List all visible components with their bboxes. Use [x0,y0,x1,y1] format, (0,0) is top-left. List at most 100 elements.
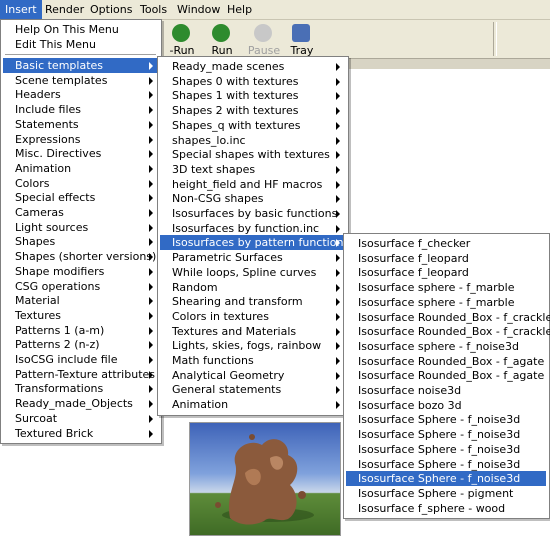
menu-item-material[interactable]: Material [3,293,158,308]
menu-item-isosurface-f-checker[interactable]: Isosurface f_checker [346,236,546,251]
menu-insert[interactable]: Insert [0,0,42,19]
menu-item-statements[interactable]: Statements [3,117,158,132]
menu-item-edit-this-menu[interactable]: Edit This Menu [3,37,158,52]
menu-item-surcoat[interactable]: Surcoat [3,411,158,426]
menu-help[interactable]: Help [222,0,257,19]
menu-item-isocsg-include-file[interactable]: IsoCSG include file [3,352,158,367]
menu-item-help-on-this-menu[interactable]: Help On This Menu [3,22,158,37]
menu-item-isosurface-sphere-f-noise3d[interactable]: Isosurface Sphere - f_noise3d [346,457,546,472]
menu-item-special-shapes-with-textures[interactable]: Special shapes with textures [160,147,345,162]
menu-item-colors[interactable]: Colors [3,176,158,191]
menu-item-isosurface-sphere-f-noise3d[interactable]: Isosurface Sphere - f_noise3d [346,427,546,442]
menu-item-expressions[interactable]: Expressions [3,132,158,147]
menu-item-label: IsoCSG include file [15,353,118,366]
menu-item-shapes[interactable]: Shapes [3,234,158,249]
menu-item-while-loops-spline-curves[interactable]: While loops, Spline curves [160,265,345,280]
menu-item-misc-directives[interactable]: Misc. Directives [3,146,158,161]
toolbar: -Run Run Pause Tray [160,20,550,58]
menu-item-shapes-1-with-textures[interactable]: Shapes 1 with textures [160,88,345,103]
menu-item-label: Light sources [15,220,89,234]
menu-render[interactable]: Render [40,0,89,19]
menu-item-lights-skies-fogs-rainbow[interactable]: Lights, skies, fogs, rainbow [160,338,345,353]
menu-item-height-field-and-hf-macros[interactable]: height_field and HF macros [160,177,345,192]
menu-options[interactable]: Options [85,0,137,19]
menu-item-shape-modifiers[interactable]: Shape modifiers [3,264,158,279]
menu-item-isosurface-rounded-box-f-agate[interactable]: Isosurface Rounded_Box - f_agate [346,368,546,383]
menu-item-isosurface-sphere-f-noise3d[interactable]: Isosurface Sphere - f_noise3d [346,471,546,487]
menu-item-shapes-q-with-textures[interactable]: Shapes_q with textures [160,118,345,133]
menu-item-isosurface-sphere-f-marble[interactable]: Isosurface sphere - f_marble [346,295,546,310]
menu-item-isosurface-f-leopard[interactable]: Isosurface f_leopard [346,251,546,266]
menu-item-patterns-2-n-z[interactable]: Patterns 2 (n-z) [3,337,158,352]
menu-item-animation[interactable]: Animation [160,397,345,412]
menu-item-include-files[interactable]: Include files [3,102,158,117]
menu-item-shapes-shorter-versions[interactable]: Shapes (shorter versions) [3,249,158,264]
menu-item-isosurface-sphere-f-noise3d[interactable]: Isosurface Sphere - f_noise3d [346,412,546,427]
menu-item-shapes-2-with-textures[interactable]: Shapes 2 with textures [160,103,345,118]
menu-item-isosurface-rounded-box-f-crackle[interactable]: Isosurface Rounded_Box - f_crackle [346,310,550,325]
menu-item-isosurface-rounded-box-f-agate[interactable]: Isosurface Rounded_Box - f_agate [346,354,546,369]
menu-item-pattern-texture-attributes[interactable]: Pattern-Texture attributes [3,367,158,382]
menu-item-isosurface-sphere-f-marble[interactable]: Isosurface sphere - f_marble [346,280,546,295]
menu-item-isosurface-noise3d[interactable]: Isosurface noise3d [346,383,546,398]
menu-item-general-statements[interactable]: General statements [160,382,345,397]
menu-item-isosurface-sphere-f-noise3d[interactable]: Isosurface Sphere - f_noise3d [346,442,546,457]
menu-item-textures-and-materials[interactable]: Textures and Materials [160,324,345,339]
menu-item-csg-operations[interactable]: CSG operations [3,279,158,294]
menu-item-label: Isosurface f_checker [358,237,471,250]
submenu-arrow-icon [149,311,153,320]
menu-item-ready-made-objects[interactable]: Ready_made_Objects [3,396,158,411]
menu-item-label: Isosurface f_leopard [358,266,469,280]
pattern-functions-menu: Isosurface f_checker Isosurface f_leopard… [343,233,550,519]
menu-item-transformations[interactable]: Transformations [3,381,158,396]
submenu-arrow-icon [149,62,153,70]
menu-item-label: Animation [172,398,229,412]
submenu-arrow-icon [149,414,153,423]
menu-item-label: Isosurfaces by basic functions [172,207,338,220]
menu-item-shearing-and-transform[interactable]: Shearing and transform [160,294,345,309]
menu-item-non-csg-shapes[interactable]: Non-CSG shapes [160,191,345,206]
menu-item-isosurfaces-by-pattern-functions[interactable]: Isosurfaces by pattern functions [160,235,349,251]
menu-tools[interactable]: Tools [135,0,172,19]
menu-item-isosurface-sphere-f-noise3d[interactable]: Isosurface sphere - f_noise3d [346,339,546,354]
menu-item-math-functions[interactable]: Math functions [160,353,345,368]
menu-item-shapes-lo-inc[interactable]: shapes_lo.inc [160,133,345,148]
menu-item-isosurface-f-leopard[interactable]: Isosurface f_leopard [346,265,546,280]
menu-item-ready-made-scenes[interactable]: Ready_made scenes [160,59,345,74]
menu-item-isosurface-rounded-box-f-crackle[interactable]: Isosurface Rounded_Box - f_crackle [346,324,550,339]
menu-item-label: Include files [15,103,82,117]
menu-item-parametric-surfaces[interactable]: Parametric Surfaces [160,250,345,265]
menu-item-textures[interactable]: Textures [3,308,158,323]
menu-item-colors-in-textures[interactable]: Colors in textures [160,309,345,324]
submenu-arrow-icon [336,312,340,321]
menu-item-random[interactable]: Random [160,280,345,295]
menu-item-basic-templates[interactable]: Basic templates [3,58,158,73]
menu-item-label: shapes_lo.inc [172,133,246,147]
menu-item-cameras[interactable]: Cameras [3,205,158,220]
menu-item-light-sources[interactable]: Light sources [3,220,158,235]
menu-bar: Insert Render Options Tools Window Help [0,0,550,20]
submenu-arrow-icon [149,150,153,159]
menu-item-headers[interactable]: Headers [3,87,158,102]
menu-item-isosurfaces-by-basic-functions[interactable]: Isosurfaces by basic functions [160,206,345,221]
menu-item-isosurface-sphere-pigment[interactable]: Isosurface Sphere - pigment [346,486,546,501]
menu-item-analytical-geometry[interactable]: Analytical Geometry [160,368,345,383]
menu-window[interactable]: Window [172,0,225,19]
menu-item-isosurface-bozo-3d[interactable]: Isosurface bozo 3d [346,398,546,413]
run-button[interactable]: Run [200,22,244,58]
menu-item-isosurface-f-sphere-wood[interactable]: Isosurface f_sphere - wood [346,501,546,516]
run-alt-button[interactable]: -Run [160,22,204,58]
menu-item-patterns-1-a-m[interactable]: Patterns 1 (a-m) [3,323,158,338]
menu-item-label: Parametric Surfaces [172,251,283,265]
menu-item-textured-brick[interactable]: Textured Brick [3,426,158,441]
menu-item-3d-text-shapes[interactable]: 3D text shapes [160,162,345,177]
submenu-arrow-icon [149,135,153,144]
menu-item-special-effects[interactable]: Special effects [3,190,158,205]
tray-button[interactable]: Tray [280,22,324,58]
menu-item-scene-templates[interactable]: Scene templates [3,73,158,88]
submenu-arrow-icon [336,77,340,86]
menu-item-shapes-0-with-textures[interactable]: Shapes 0 with textures [160,74,345,89]
menu-item-isosurfaces-by-function-inc[interactable]: Isosurfaces by function.inc [160,221,345,236]
menu-item-label: Isosurface Sphere - f_noise3d [358,413,521,427]
menu-item-animation[interactable]: Animation [3,161,158,176]
